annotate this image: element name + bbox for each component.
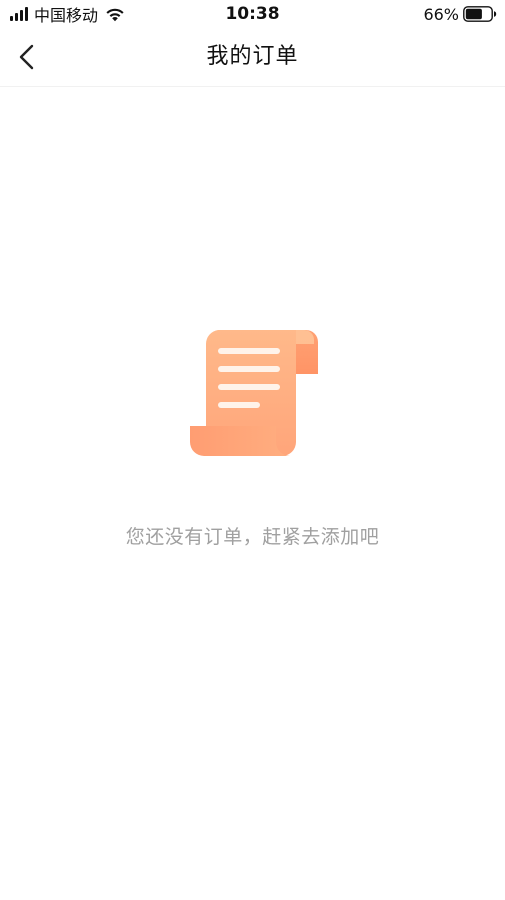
carrier-name: 中国移动 [34, 6, 99, 25]
page-title: 我的订单 [206, 44, 299, 69]
empty-orders-message: 您还没有订单，赶紧去添加吧 [125, 526, 380, 548]
cellular-signal-icon [10, 7, 28, 21]
scroll-document-icon [190, 330, 318, 456]
back-button[interactable] [8, 37, 48, 77]
wifi-icon [106, 8, 124, 22]
status-bar-right: 66% [423, 3, 497, 25]
chevron-left-icon [19, 44, 34, 70]
empty-state: 您还没有订单，赶紧去添加吧 [0, 86, 505, 900]
battery-icon [463, 6, 497, 22]
battery-percentage: 66% [423, 4, 459, 24]
navigation-bar: 我的订单 [0, 28, 505, 87]
status-bar: 中国移动 10:38 66% [0, 0, 505, 28]
status-bar-left: 中国移动 [10, 3, 126, 25]
